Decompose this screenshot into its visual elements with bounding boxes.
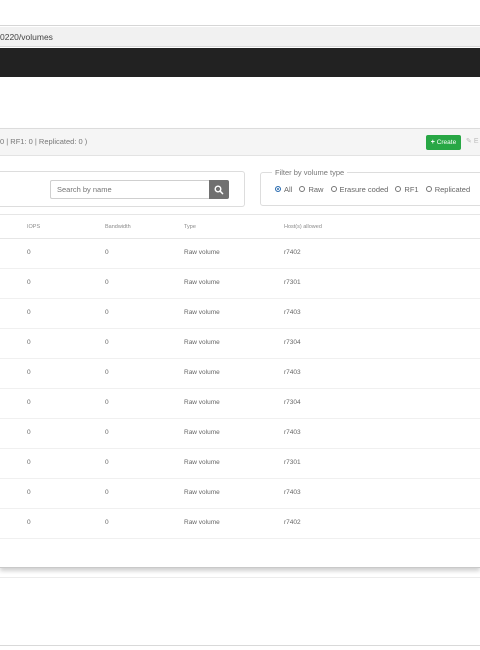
cell-bandwidth: 0 [105, 399, 109, 406]
cell-hosts: r7403 [284, 309, 301, 316]
panel-heading: 0 | RF1: 0 | Replicated: 0 ) + Create ✎ … [0, 129, 480, 156]
cell-iops: 0 [27, 519, 31, 526]
cell-bandwidth: 0 [105, 249, 109, 256]
create-label: Create [436, 139, 457, 146]
table-row[interactable]: 0 0 Raw volume r7403 [0, 479, 480, 509]
radio-icon [299, 186, 306, 192]
volume-type-filter: Filter by volume type All Raw Erasure co… [260, 168, 480, 206]
search-group [0, 171, 245, 207]
cell-iops: 0 [27, 429, 31, 436]
volumes-table: IOPS Bandwidth Type Host(s) allowed 0 0 Ra… [0, 214, 480, 539]
cell-hosts: r7402 [284, 249, 301, 256]
cell-iops: 0 [27, 489, 31, 496]
table-row[interactable]: 0 0 Raw volume r7304 [0, 329, 480, 359]
cell-type: Raw volume [184, 519, 220, 526]
cell-bandwidth: 0 [105, 429, 109, 436]
cell-type: Raw volume [184, 339, 220, 346]
cell-hosts: r7301 [284, 279, 301, 286]
radio-selected-icon [275, 186, 281, 192]
divider [0, 645, 480, 646]
search-button[interactable] [209, 180, 229, 199]
radio-icon [425, 186, 432, 192]
cell-hosts: r7403 [284, 489, 301, 496]
filter-options: All Raw Erasure coded RF1 Replicated [275, 185, 475, 194]
cell-hosts: r7403 [284, 369, 301, 376]
cell-hosts: r7402 [284, 519, 301, 526]
filter-legend: Filter by volume type [272, 168, 348, 177]
table-row[interactable]: 0 0 Raw volume r7301 [0, 269, 480, 299]
pencil-icon: ✎ [466, 138, 472, 145]
cell-type: Raw volume [184, 249, 220, 256]
browser-top-strip [0, 0, 480, 26]
cell-type: Raw volume [184, 309, 220, 316]
cell-bandwidth: 0 [105, 309, 109, 316]
search-input[interactable] [50, 180, 210, 199]
cell-type: Raw volume [184, 369, 220, 376]
column-header-iops[interactable]: IOPS [27, 224, 40, 230]
column-header-type[interactable]: Type [184, 224, 196, 230]
divider [0, 577, 480, 578]
cell-hosts: r7304 [284, 339, 301, 346]
cell-iops: 0 [27, 459, 31, 466]
cell-type: Raw volume [184, 489, 220, 496]
volumes-panel: 0 | RF1: 0 | Replicated: 0 ) + Create ✎ … [0, 128, 480, 568]
cell-iops: 0 [27, 339, 31, 346]
cell-iops: 0 [27, 249, 31, 256]
cell-hosts: r7301 [284, 459, 301, 466]
table-row[interactable]: 0 0 Raw volume r7402 [0, 509, 480, 539]
table-body: 0 0 Raw volume r7402 0 0 Raw volume r7301 0 0 Raw … [0, 239, 480, 539]
filter-option-all[interactable]: All [275, 185, 292, 194]
cell-type: Raw volume [184, 279, 220, 286]
cell-iops: 0 [27, 309, 31, 316]
filter-option-replicated[interactable]: Replicated [425, 185, 470, 194]
cell-bandwidth: 0 [105, 369, 109, 376]
edit-label: E [473, 138, 479, 145]
cell-bandwidth: 0 [105, 339, 109, 346]
filter-option-raw[interactable]: Raw [299, 185, 323, 194]
table-row[interactable]: 0 0 Raw volume r7403 [0, 299, 480, 329]
table-row[interactable]: 0 0 Raw volume r7304 [0, 389, 480, 419]
cell-hosts: r7403 [284, 429, 301, 436]
cell-type: Raw volume [184, 399, 220, 406]
table-row[interactable]: 0 0 Raw volume r7301 [0, 449, 480, 479]
filter-option-erasure-coded[interactable]: Erasure coded [330, 185, 388, 194]
filter-option-rf1[interactable]: RF1 [395, 185, 419, 194]
edit-button[interactable]: ✎ E [466, 137, 479, 145]
cell-type: Raw volume [184, 429, 220, 436]
table-row[interactable]: 0 0 Raw volume r7402 [0, 239, 480, 269]
cell-bandwidth: 0 [105, 279, 109, 286]
cell-iops: 0 [27, 279, 31, 286]
radio-icon [330, 186, 337, 192]
cell-iops: 0 [27, 399, 31, 406]
plus-icon: + [430, 139, 435, 146]
cell-iops: 0 [27, 369, 31, 376]
cell-hosts: r7304 [284, 399, 301, 406]
top-navbar [0, 48, 480, 77]
cell-bandwidth: 0 [105, 489, 109, 496]
cell-bandwidth: 0 [105, 519, 109, 526]
table-row[interactable]: 0 0 Raw volume r7403 [0, 359, 480, 389]
create-button[interactable]: + Create [426, 135, 461, 150]
cell-bandwidth: 0 [105, 459, 109, 466]
column-header-hosts[interactable]: Host(s) allowed [284, 224, 322, 230]
cell-type: Raw volume [184, 459, 220, 466]
column-header-bandwidth[interactable]: Bandwidth [105, 224, 131, 230]
url-path: 0220/volumes [0, 32, 53, 42]
search-icon [214, 185, 224, 195]
volume-count-summary: 0 | RF1: 0 | Replicated: 0 ) [0, 137, 88, 146]
radio-icon [395, 186, 402, 192]
table-header: IOPS Bandwidth Type Host(s) allowed [0, 214, 480, 239]
address-bar[interactable]: 0220/volumes [0, 27, 480, 47]
table-row[interactable]: 0 0 Raw volume r7403 [0, 419, 480, 449]
